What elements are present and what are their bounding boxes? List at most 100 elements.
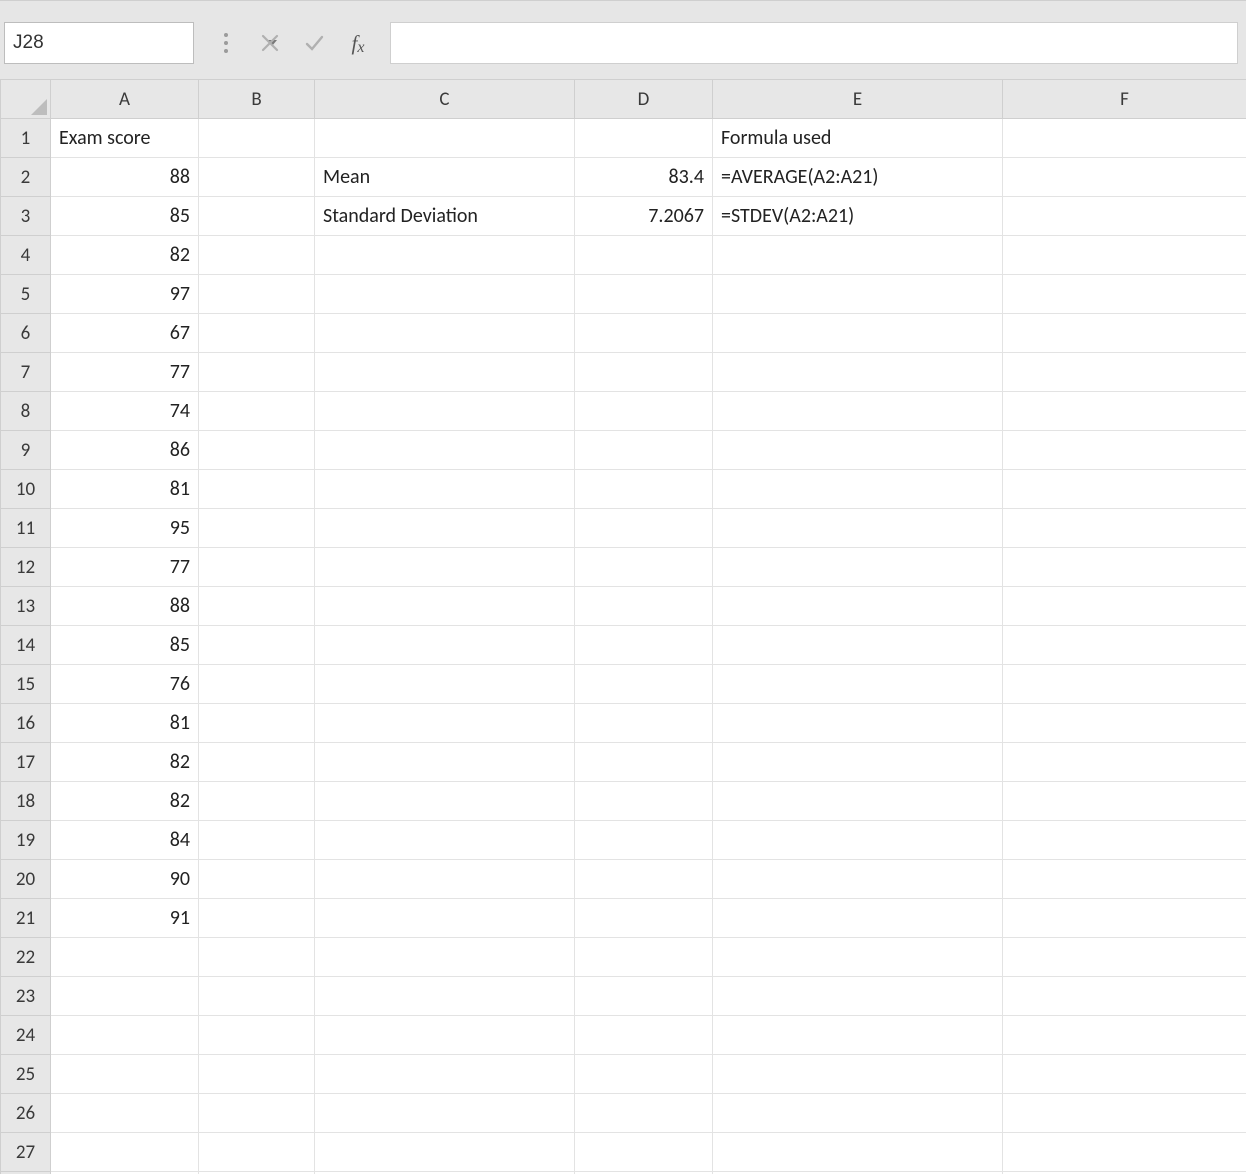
cell-A10[interactable]: 81 xyxy=(51,470,199,509)
cell-C7[interactable] xyxy=(315,353,575,392)
cell-D21[interactable] xyxy=(575,899,713,938)
cell-C19[interactable] xyxy=(315,821,575,860)
insert-function-icon[interactable]: fx xyxy=(336,23,380,63)
column-header-D[interactable]: D xyxy=(575,80,713,119)
cell-F9[interactable] xyxy=(1003,431,1246,470)
cell-A6[interactable]: 67 xyxy=(51,314,199,353)
cell-D13[interactable] xyxy=(575,587,713,626)
cell-D7[interactable] xyxy=(575,353,713,392)
cell-D27[interactable] xyxy=(575,1133,713,1172)
cell-C11[interactable] xyxy=(315,509,575,548)
cell-C1[interactable] xyxy=(315,119,575,158)
cell-F23[interactable] xyxy=(1003,977,1246,1016)
cell-B7[interactable] xyxy=(199,353,315,392)
cell-B3[interactable] xyxy=(199,197,315,236)
row-header-19[interactable]: 19 xyxy=(1,821,51,860)
cell-E11[interactable] xyxy=(713,509,1003,548)
cell-C25[interactable] xyxy=(315,1055,575,1094)
cell-B20[interactable] xyxy=(199,860,315,899)
cell-E19[interactable] xyxy=(713,821,1003,860)
row-header-2[interactable]: 2 xyxy=(1,158,51,197)
cell-E8[interactable] xyxy=(713,392,1003,431)
row-header-26[interactable]: 26 xyxy=(1,1094,51,1133)
cell-A9[interactable]: 86 xyxy=(51,431,199,470)
cell-A13[interactable]: 88 xyxy=(51,587,199,626)
cell-D6[interactable] xyxy=(575,314,713,353)
cell-A12[interactable]: 77 xyxy=(51,548,199,587)
cell-C20[interactable] xyxy=(315,860,575,899)
cell-B18[interactable] xyxy=(199,782,315,821)
cell-A3[interactable]: 85 xyxy=(51,197,199,236)
cell-A16[interactable]: 81 xyxy=(51,704,199,743)
row-header-4[interactable]: 4 xyxy=(1,236,51,275)
row-header-1[interactable]: 1 xyxy=(1,119,51,158)
cell-A24[interactable] xyxy=(51,1016,199,1055)
cell-A1[interactable]: Exam score xyxy=(51,119,199,158)
cell-E16[interactable] xyxy=(713,704,1003,743)
cell-C10[interactable] xyxy=(315,470,575,509)
cell-E20[interactable] xyxy=(713,860,1003,899)
cell-C5[interactable] xyxy=(315,275,575,314)
cell-A21[interactable]: 91 xyxy=(51,899,199,938)
cell-A27[interactable] xyxy=(51,1133,199,1172)
cell-A17[interactable]: 82 xyxy=(51,743,199,782)
cell-F3[interactable] xyxy=(1003,197,1246,236)
cell-B23[interactable] xyxy=(199,977,315,1016)
cell-E3[interactable]: =STDEV(A2:A21) xyxy=(713,197,1003,236)
cell-A11[interactable]: 95 xyxy=(51,509,199,548)
cell-D8[interactable] xyxy=(575,392,713,431)
row-header-9[interactable]: 9 xyxy=(1,431,51,470)
cell-B9[interactable] xyxy=(199,431,315,470)
cell-F17[interactable] xyxy=(1003,743,1246,782)
cell-C22[interactable] xyxy=(315,938,575,977)
cell-F25[interactable] xyxy=(1003,1055,1246,1094)
cell-F16[interactable] xyxy=(1003,704,1246,743)
cell-F5[interactable] xyxy=(1003,275,1246,314)
cell-B10[interactable] xyxy=(199,470,315,509)
cell-F1[interactable] xyxy=(1003,119,1246,158)
cell-B21[interactable] xyxy=(199,899,315,938)
cell-D4[interactable] xyxy=(575,236,713,275)
cell-F19[interactable] xyxy=(1003,821,1246,860)
row-header-5[interactable]: 5 xyxy=(1,275,51,314)
cell-F2[interactable] xyxy=(1003,158,1246,197)
cell-E7[interactable] xyxy=(713,353,1003,392)
cell-C9[interactable] xyxy=(315,431,575,470)
cell-E18[interactable] xyxy=(713,782,1003,821)
formula-input[interactable] xyxy=(390,22,1238,64)
cell-E23[interactable] xyxy=(713,977,1003,1016)
cancel-icon[interactable] xyxy=(248,23,292,63)
row-header-17[interactable]: 17 xyxy=(1,743,51,782)
cell-D25[interactable] xyxy=(575,1055,713,1094)
cell-D3[interactable]: 7.2067 xyxy=(575,197,713,236)
cell-E9[interactable] xyxy=(713,431,1003,470)
row-header-25[interactable]: 25 xyxy=(1,1055,51,1094)
cell-A20[interactable]: 90 xyxy=(51,860,199,899)
cell-B8[interactable] xyxy=(199,392,315,431)
cell-E4[interactable] xyxy=(713,236,1003,275)
cell-A19[interactable]: 84 xyxy=(51,821,199,860)
cell-E10[interactable] xyxy=(713,470,1003,509)
row-header-10[interactable]: 10 xyxy=(1,470,51,509)
more-options-icon[interactable] xyxy=(204,23,248,63)
cell-E2[interactable]: =AVERAGE(A2:A21) xyxy=(713,158,1003,197)
row-header-11[interactable]: 11 xyxy=(1,509,51,548)
cell-E21[interactable] xyxy=(713,899,1003,938)
cell-B1[interactable] xyxy=(199,119,315,158)
row-header-6[interactable]: 6 xyxy=(1,314,51,353)
cell-F11[interactable] xyxy=(1003,509,1246,548)
cell-A14[interactable]: 85 xyxy=(51,626,199,665)
row-header-22[interactable]: 22 xyxy=(1,938,51,977)
cell-C13[interactable] xyxy=(315,587,575,626)
cell-F26[interactable] xyxy=(1003,1094,1246,1133)
cell-C27[interactable] xyxy=(315,1133,575,1172)
cell-D10[interactable] xyxy=(575,470,713,509)
row-header-12[interactable]: 12 xyxy=(1,548,51,587)
cell-D12[interactable] xyxy=(575,548,713,587)
cell-C23[interactable] xyxy=(315,977,575,1016)
cell-F15[interactable] xyxy=(1003,665,1246,704)
cell-E6[interactable] xyxy=(713,314,1003,353)
cell-A15[interactable]: 76 xyxy=(51,665,199,704)
cell-C3[interactable]: Standard Deviation xyxy=(315,197,575,236)
cell-B12[interactable] xyxy=(199,548,315,587)
